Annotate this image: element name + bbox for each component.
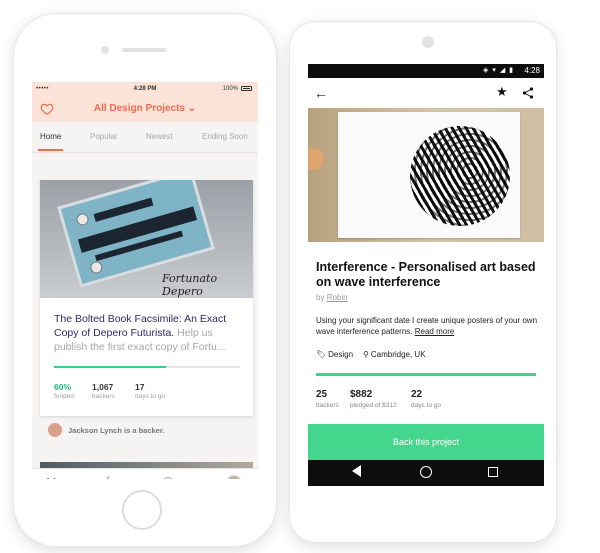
stat-backers-label: backers [92,393,115,400]
category-tag[interactable]: 🏷 Design [316,350,353,359]
stat-pledged-label: pledged of $312 [350,402,397,409]
tab-newest[interactable]: Newest [146,132,173,141]
android-screen: ◈ ▾ ◢ ▮ 4:28 ← ★ Interference - Personal… [308,64,544,486]
funding-progress-bar [316,373,536,376]
project-title[interactable]: The Bolted Book Facsimile: An Exact Copy… [54,312,246,354]
category-label: Design [328,350,354,359]
ios-tab-bar: K [32,468,258,479]
stat-backers-value: 25 [316,389,328,400]
backer-note: Jackson Lynch is a backer. [68,426,165,435]
back-this-project-button[interactable]: Back this project [308,424,544,460]
location-label: Cambridge, UK [370,350,426,359]
status-time: 4:28 [524,66,540,75]
ios-header: All Design Projects ⌄ [32,96,258,122]
stat-days-label: days to go [135,393,165,400]
kickstarter-logo-icon[interactable]: K [46,475,56,479]
ios-screen: ••••• 4:28 PM 100% All Design Projects ⌄… [32,82,258,479]
battery-icon [241,86,252,91]
search-icon[interactable] [162,476,176,479]
ios-status-bar: ••••• 4:28 PM 100% [32,82,258,96]
stat-days-label: days to go [411,402,441,409]
profile-avatar[interactable] [226,475,242,479]
nav-back-icon[interactable] [352,465,361,477]
stat-funded-label: funded [54,393,74,400]
stat-pledged-value: $882 [350,389,373,400]
status-icons: ◈ ▾ ◢ ▮ [483,67,514,74]
iphone-device: ••••• 4:28 PM 100% All Design Projects ⌄… [14,14,276,546]
stat-days-value: 22 [411,389,423,400]
stat-backers-value: 1,067 [92,382,114,392]
android-device: ◈ ▾ ◢ ▮ 4:28 ← ★ Interference - Personal… [290,22,556,542]
stat-days-value: 17 [135,382,145,392]
nav-recents-icon[interactable] [488,467,498,477]
avatar [48,423,62,437]
home-button[interactable] [122,490,162,530]
tab-ending-soon[interactable]: Ending Soon [202,132,248,141]
bolt-icon[interactable] [102,476,114,479]
category-dropdown[interactable]: All Design Projects ⌄ [32,103,258,114]
byline-prefix: by [316,293,325,302]
poster-print [338,112,520,238]
project-title: Interference - Personalised art based on… [316,260,536,289]
android-status-bar: ◈ ▾ ◢ ▮ 4:28 [308,64,544,78]
flower-decoration [308,148,324,170]
star-icon[interactable]: ★ [496,84,508,100]
share-icon[interactable] [522,87,534,99]
ios-tab-strip: Home Popular Newest Ending Soon [32,122,258,153]
creator-link[interactable]: Robin [327,293,348,302]
location-tag[interactable]: ⚲ Cambridge, UK [363,350,426,359]
stat-backers-label: backers [316,402,339,409]
project-image[interactable] [308,108,544,242]
image-caption: Fortunato Depero [162,272,218,298]
front-camera [422,36,434,48]
android-nav-bar [308,460,544,486]
project-image[interactable]: Fortunato Depero [40,180,253,298]
read-more-link[interactable]: Read more [415,327,455,336]
battery-percent: 100% [222,86,238,92]
front-camera [101,46,109,54]
location-pin-icon: ⚲ [363,350,369,359]
creator-byline: by Robin [316,293,348,302]
tag-icon: 🏷 [316,350,327,359]
tab-popular[interactable]: Popular [90,132,118,141]
backer-activity[interactable]: Jackson Lynch is a backer. [40,420,253,442]
arrow-left-icon[interactable]: ← [314,85,328,101]
project-card[interactable]: Fortunato Depero The Bolted Book Facsimi… [40,180,253,416]
stat-funded-value: 60% [54,382,72,392]
funding-progress-bar [54,366,240,368]
funding-progress-fill [54,366,166,368]
active-tab-underline [38,149,63,151]
project-description: Using your significant date I create uni… [316,315,540,337]
android-app-bar: ← ★ [308,78,544,108]
tab-home[interactable]: Home [40,132,61,141]
nav-home-icon[interactable] [420,466,432,478]
earpiece-speaker [122,48,166,52]
